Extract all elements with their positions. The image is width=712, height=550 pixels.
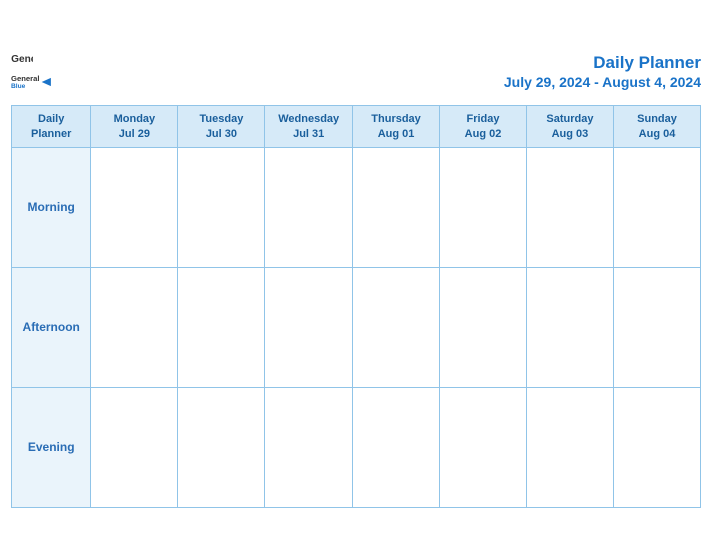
date-range: July 29, 2024 - August 4, 2024 [504, 74, 701, 90]
th-thursday-date: Aug 01 [378, 128, 415, 140]
th-monday: Monday Jul 29 [91, 106, 178, 148]
planner-table: DailyPlanner Monday Jul 29 Tuesday Jul 3… [11, 105, 701, 508]
th-sunday-date: Aug 04 [639, 128, 676, 140]
cell-sunday-afternoon[interactable] [614, 267, 701, 387]
table-row-evening: Evening [12, 387, 701, 507]
cell-tuesday-morning[interactable] [178, 147, 265, 267]
cell-tuesday-afternoon[interactable] [178, 267, 265, 387]
cell-saturday-evening[interactable] [526, 387, 613, 507]
page-header: General General Blue Daily Planner July … [11, 42, 701, 105]
cell-thursday-morning[interactable] [352, 147, 439, 267]
page-container: General General Blue Daily Planner July … [11, 42, 701, 508]
logo-area: General General Blue [11, 52, 57, 97]
th-wednesday: Wednesday Jul 31 [265, 106, 353, 148]
th-saturday-date: Aug 03 [552, 128, 589, 140]
svg-text:General: General [11, 74, 40, 83]
cell-friday-evening[interactable] [440, 387, 527, 507]
logo-text-row: General Blue [11, 67, 57, 97]
cell-thursday-afternoon[interactable] [352, 267, 439, 387]
th-tuesday: Tuesday Jul 30 [178, 106, 265, 148]
cell-sunday-evening[interactable] [614, 387, 701, 507]
afternoon-label: Afternoon [23, 320, 80, 334]
th-saturday: Saturday Aug 03 [526, 106, 613, 148]
th-wednesday-day: Wednesday [278, 113, 339, 125]
morning-label: Morning [28, 200, 75, 214]
svg-text:General: General [11, 54, 33, 65]
table-header-row: DailyPlanner Monday Jul 29 Tuesday Jul 3… [12, 106, 701, 148]
th-tuesday-date: Jul 30 [206, 128, 237, 140]
planner-title: Daily Planner [504, 52, 701, 74]
cell-tuesday-evening[interactable] [178, 387, 265, 507]
cell-saturday-morning[interactable] [526, 147, 613, 267]
cell-friday-morning[interactable] [440, 147, 527, 267]
th-friday-date: Aug 02 [465, 128, 502, 140]
cell-monday-evening[interactable] [91, 387, 178, 507]
generalblue-logo-icon: General [11, 52, 33, 66]
th-wednesday-date: Jul 31 [293, 128, 324, 140]
cell-thursday-evening[interactable] [352, 387, 439, 507]
th-tuesday-day: Tuesday [200, 113, 244, 125]
row-label-afternoon: Afternoon [12, 267, 91, 387]
row-label-evening: Evening [12, 387, 91, 507]
logo-svg: General Blue [11, 67, 57, 97]
cell-saturday-afternoon[interactable] [526, 267, 613, 387]
th-thursday-day: Thursday [371, 113, 421, 125]
table-row-morning: Morning [12, 147, 701, 267]
th-monday-date: Jul 29 [119, 128, 150, 140]
th-saturday-day: Saturday [546, 113, 593, 125]
th-daily-planner: DailyPlanner [12, 106, 91, 148]
cell-wednesday-evening[interactable] [265, 387, 353, 507]
table-row-afternoon: Afternoon [12, 267, 701, 387]
cell-monday-afternoon[interactable] [91, 267, 178, 387]
th-sunday: Sunday Aug 04 [614, 106, 701, 148]
th-sunday-day: Sunday [637, 113, 677, 125]
th-thursday: Thursday Aug 01 [352, 106, 439, 148]
th-monday-day: Monday [114, 113, 156, 125]
cell-wednesday-afternoon[interactable] [265, 267, 353, 387]
cell-wednesday-morning[interactable] [265, 147, 353, 267]
row-label-morning: Morning [12, 147, 91, 267]
th-friday: Friday Aug 02 [440, 106, 527, 148]
th-friday-day: Friday [467, 113, 500, 125]
th-daily-label: DailyPlanner [31, 113, 71, 139]
title-area: Daily Planner July 29, 2024 - August 4, … [504, 52, 701, 90]
evening-label: Evening [28, 440, 75, 454]
cell-friday-afternoon[interactable] [440, 267, 527, 387]
cell-monday-morning[interactable] [91, 147, 178, 267]
svg-text:Blue: Blue [11, 83, 26, 90]
cell-sunday-morning[interactable] [614, 147, 701, 267]
